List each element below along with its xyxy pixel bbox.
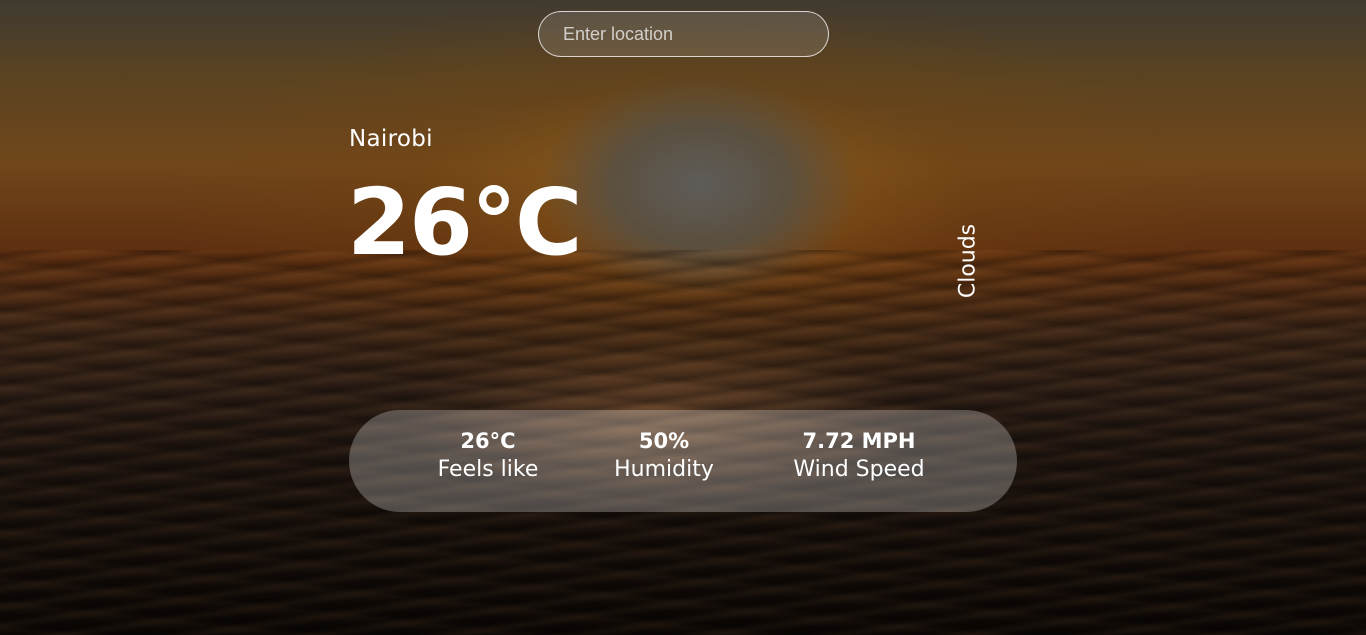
feels-like-value: 26°C: [460, 429, 516, 453]
wind-speed-stat: 7.72 MPH Wind Speed: [793, 428, 924, 486]
humidity-stat: 50% Humidity: [614, 428, 714, 486]
weather-condition: Clouds: [955, 223, 981, 299]
feels-like-label: Feels like: [437, 457, 539, 483]
search-bar: [538, 11, 829, 57]
humidity-label: Humidity: [614, 457, 714, 483]
wind-speed-label: Wind Speed: [793, 457, 925, 483]
city-name: Nairobi: [349, 126, 433, 152]
wind-speed-value: 7.72 MPH: [802, 429, 916, 453]
location-search-input[interactable]: [538, 11, 829, 57]
feels-like-stat: 26°C Feels like: [438, 428, 539, 486]
humidity-value: 50%: [638, 429, 690, 453]
current-temperature: 26°C: [347, 169, 583, 276]
weather-stats-panel: 26°C Feels like 50% Humidity 7.72 MPH Wi…: [349, 410, 1017, 512]
